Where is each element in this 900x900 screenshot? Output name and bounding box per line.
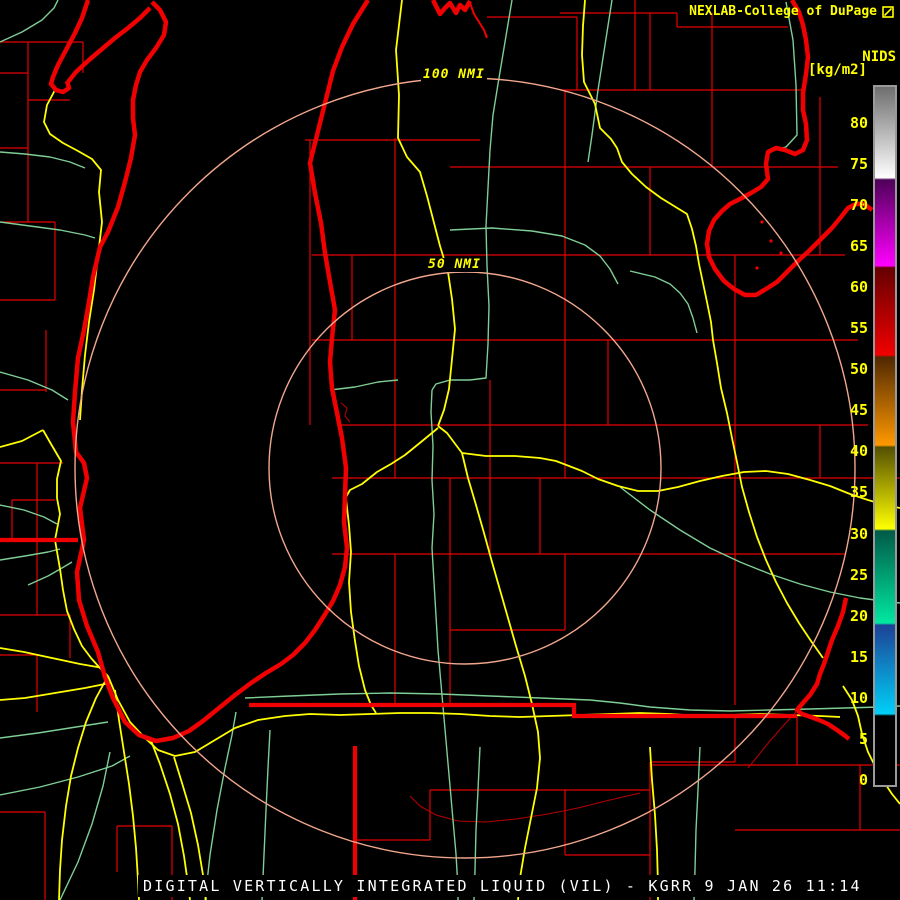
colorbar-tick: 65 [849, 237, 868, 256]
range-ring-label-50nmi: 50 NMI [426, 257, 483, 272]
product-title-bar: DIGITAL VERTICALLY INTEGRATED LIQUID (VI… [138, 875, 867, 897]
colorbar-tick: 25 [849, 565, 868, 584]
colorbar-tick: 75 [849, 155, 868, 174]
colorbar-tick: 80 [849, 114, 868, 132]
saginaw-island [755, 266, 759, 270]
colorbar-tick: 50 [849, 360, 868, 379]
colorbar-tick: 60 [849, 278, 868, 297]
site-credit-text: NEXLAB-College of DuPage [689, 4, 877, 19]
colorbar [873, 85, 897, 787]
saginaw-island [769, 239, 773, 243]
colorbar-tick: 45 [849, 401, 868, 420]
colorbar-tick: 55 [849, 319, 868, 338]
colorbar-tick: 30 [849, 524, 868, 543]
colorbar-tick: 0 [858, 770, 868, 789]
radar-viewer: NEXLAB-College of DuPage NIDS [kg/m2] 10… [0, 0, 900, 900]
grand-traverse-tail [469, 2, 488, 39]
grand-traverse-bay-shore [430, 0, 472, 17]
colorbar-tick: 40 [849, 442, 868, 461]
colorbar-tick: 70 [849, 196, 868, 215]
units-label: [kg/m2] [807, 62, 867, 78]
saginaw-island [760, 220, 764, 224]
slashed-box-icon [882, 5, 894, 18]
lake-michigan-shore [70, 0, 370, 744]
colorbar-tick: 35 [849, 483, 868, 502]
colorbar-tick: 15 [849, 647, 868, 666]
colorbar-tick: 20 [849, 606, 868, 625]
colorbar-tick: 10 [849, 688, 868, 707]
radar-map [0, 0, 900, 900]
product-format-label: NIDS [862, 49, 896, 65]
header-title: NEXLAB-College of DuPage [689, 5, 894, 18]
saginaw-island [779, 251, 783, 255]
colorbar-tick: 5 [858, 729, 868, 748]
range-ring-label-100nmi: 100 NMI [421, 67, 487, 82]
